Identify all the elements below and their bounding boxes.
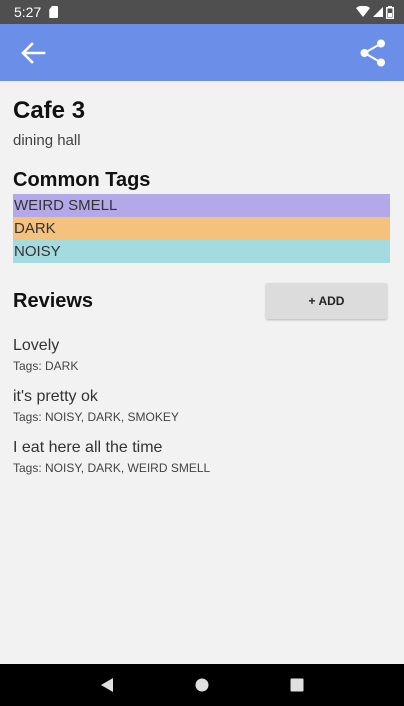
wifi-icon <box>356 6 370 17</box>
battery-icon <box>386 5 394 19</box>
status-time: 5:27 <box>14 4 42 20</box>
status-left: 5:27 <box>14 4 59 20</box>
place-title: Cafe 3 <box>13 97 86 124</box>
nav-back-button[interactable] <box>87 665 127 705</box>
common-tags-heading: Common Tags <box>13 169 151 191</box>
status-bar: 5:27 <box>0 0 404 24</box>
status-right <box>356 5 394 19</box>
review-text: I eat here all the time <box>13 439 163 456</box>
tag-noisy: NOISY <box>13 240 390 263</box>
app-bar <box>0 24 404 81</box>
add-review-button[interactable]: + ADD <box>266 283 387 319</box>
sd-card-icon <box>49 6 59 18</box>
review-text: Lovely <box>13 337 60 354</box>
place-type: dining hall <box>13 132 81 149</box>
review-tags: Tags: DARK <box>13 359 79 373</box>
circle-home-icon <box>195 678 209 692</box>
review-item: I eat here all the time Tags: NOISY, DAR… <box>13 439 390 475</box>
tag-label: DARK <box>14 220 56 237</box>
nav-recents-button[interactable] <box>277 665 317 705</box>
arrow-left-icon <box>21 41 46 64</box>
review-item: Lovely Tags: DARK <box>13 337 390 373</box>
share-button[interactable] <box>360 39 386 67</box>
triangle-back-icon <box>101 678 114 692</box>
square-recents-icon <box>290 678 304 692</box>
review-tags: Tags: NOISY, DARK, WEIRD SMELL <box>13 461 211 475</box>
tag-weird-smell: WEIRD SMELL <box>13 194 390 217</box>
share-icon <box>360 39 385 66</box>
back-button[interactable] <box>20 41 46 64</box>
review-item: it's pretty ok Tags: NOISY, DARK, SMOKEY <box>13 388 390 424</box>
nav-home-button[interactable] <box>182 665 222 705</box>
tag-label: NOISY <box>14 243 61 260</box>
tag-dark: DARK <box>13 217 390 240</box>
review-text: it's pretty ok <box>13 388 98 405</box>
system-nav-bar <box>0 664 404 706</box>
signal-icon <box>373 7 383 17</box>
review-tags: Tags: NOISY, DARK, SMOKEY <box>13 410 179 424</box>
tag-label: WEIRD SMELL <box>14 197 118 214</box>
reviews-heading: Reviews <box>13 290 94 312</box>
